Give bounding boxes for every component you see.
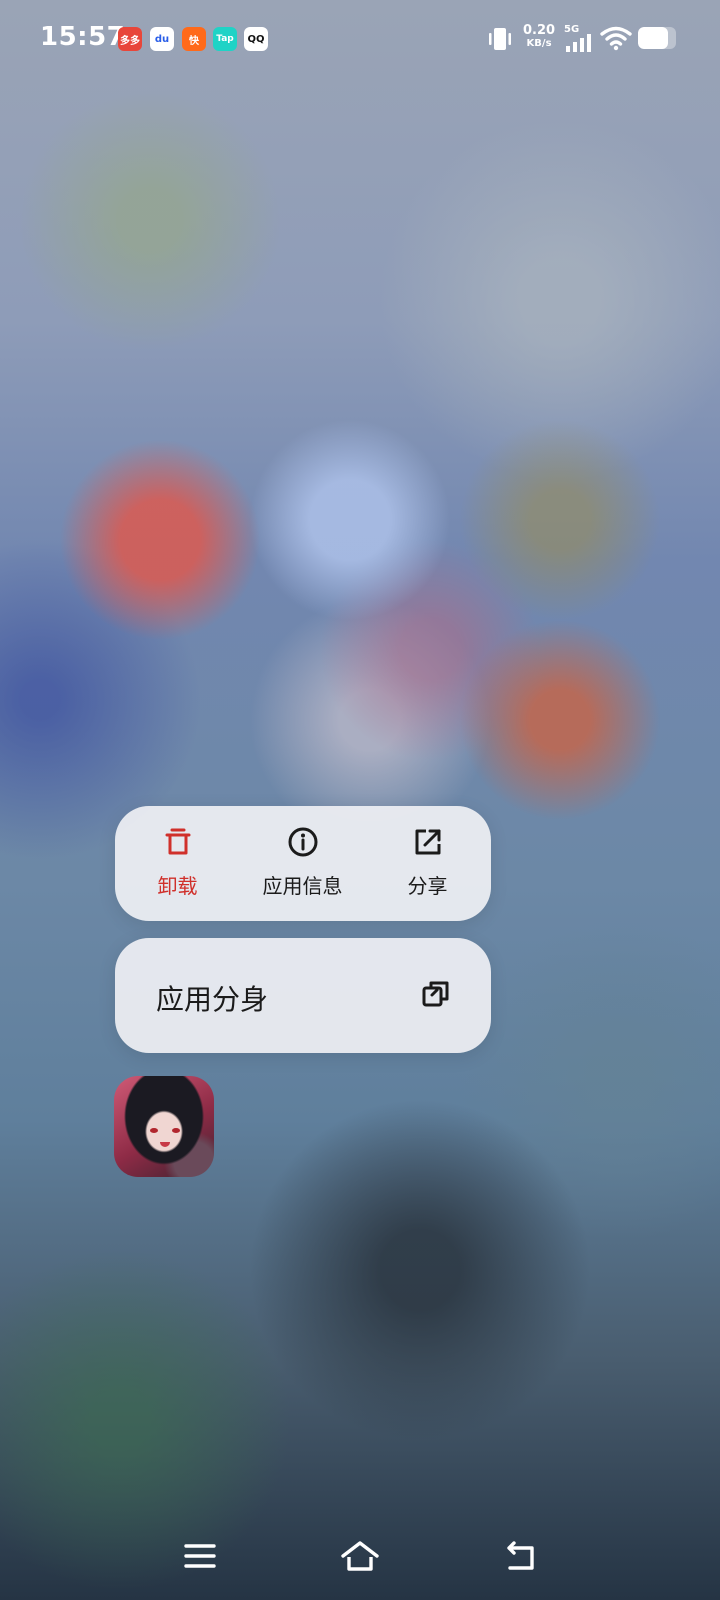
uninstall-button[interactable]: 卸载 — [115, 806, 240, 921]
baidu-icon: du — [150, 27, 174, 51]
recent-apps-button[interactable] — [178, 1534, 222, 1578]
app-clone-menu-item[interactable]: 应用分身 — [115, 938, 491, 1053]
signal-icon — [566, 34, 591, 52]
wifi-icon — [600, 26, 632, 51]
share-button[interactable]: 分享 — [365, 806, 490, 921]
home-icon — [341, 1541, 379, 1571]
menu-icon — [184, 1544, 216, 1568]
status-bar: 15:57 多多 du 快 Tap QQ 0.20 KB/s 5G — [0, 0, 720, 80]
battery-icon — [638, 27, 676, 49]
info-icon — [288, 827, 317, 857]
share-label: 分享 — [407, 874, 448, 898]
trash-icon — [165, 828, 190, 855]
status-time: 15:57 — [40, 22, 126, 52]
network-speed: 0.20 KB/s — [523, 24, 555, 50]
uninstall-label: 卸载 — [157, 874, 198, 898]
app-icon-mouth — [160, 1142, 170, 1147]
qq-icon: QQ — [244, 27, 268, 51]
app-info-button[interactable]: 应用信息 — [240, 806, 365, 921]
home-button[interactable] — [338, 1534, 382, 1578]
back-icon — [507, 1541, 534, 1570]
pinduoduo-icon: 多多 — [118, 27, 142, 51]
navigation-bar — [0, 1520, 720, 1600]
quick-actions-card: 卸载 应用信息 分享 — [115, 806, 491, 921]
vibrate-icon — [489, 28, 511, 50]
battery-level — [638, 27, 669, 49]
app-icon-eyes — [150, 1128, 180, 1134]
share-icon — [415, 829, 440, 855]
back-button[interactable] — [498, 1534, 542, 1578]
app-clone-icon — [422, 981, 449, 1007]
game-app-icon[interactable] — [114, 1076, 214, 1177]
app-info-label: 应用信息 — [262, 874, 343, 898]
app-clone-label: 应用分身 — [156, 983, 269, 1016]
taptap-icon: Tap — [213, 27, 237, 51]
network-speed-value: 0.20 — [523, 23, 556, 38]
kuaishou-icon: 快 — [182, 27, 206, 51]
network-speed-unit: KB/s — [526, 38, 552, 49]
